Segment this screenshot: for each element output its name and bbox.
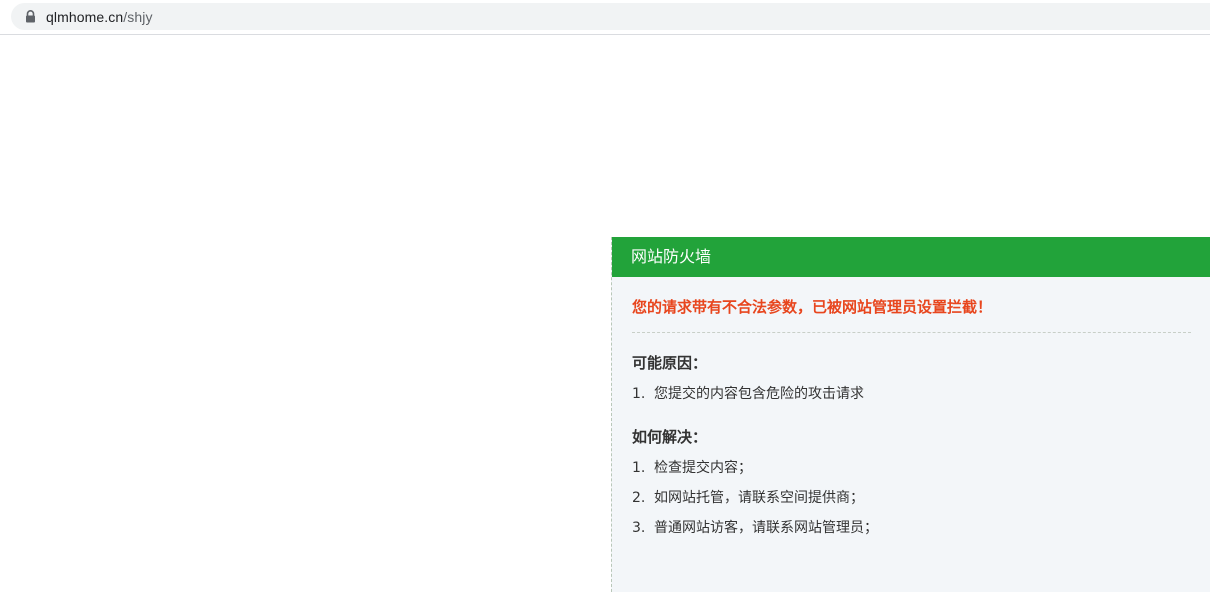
url-text[interactable]: qlmhome.cn/shjy xyxy=(46,9,153,25)
omnibox[interactable]: qlmhome.cn/shjy xyxy=(11,3,1210,30)
solution-item-number: 1. xyxy=(632,460,646,476)
solutions-heading: 如何解决： xyxy=(632,428,708,446)
reason-item-number: 1. xyxy=(632,386,646,402)
panel-title: 网站防火墙 xyxy=(612,237,1210,277)
solution-item-number: 3. xyxy=(632,520,646,536)
solution-item: 2. 如网站托管，请联系空间提供商； xyxy=(632,489,1190,507)
solution-item-text: 如网站托管，请联系空间提供商； xyxy=(654,490,864,506)
reason-item: 1. 您提交的内容包含危险的攻击请求 xyxy=(632,385,1190,403)
panel-body: 您的请求带有不合法参数，已被网站管理员设置拦截！ 可能原因： 1. 您提交的内容包… xyxy=(612,296,1210,537)
address-bar: qlmhome.cn/shjy xyxy=(0,0,1210,35)
solution-item-text: 检查提交内容； xyxy=(654,460,752,476)
url-path: /shjy xyxy=(123,8,153,25)
solution-item-text: 普通网站访客，请联系网站管理员； xyxy=(654,520,878,536)
url-host: qlmhome.cn xyxy=(46,8,124,25)
lock-icon[interactable] xyxy=(16,3,44,30)
firewall-panel: 网站防火墙 您的请求带有不合法参数，已被网站管理员设置拦截！ 可能原因： 1. 您… xyxy=(611,237,1210,592)
solution-item: 3. 普通网站访客，请联系网站管理员； xyxy=(632,519,1190,537)
solution-item-number: 2. xyxy=(632,490,646,506)
solution-item: 1. 检查提交内容； xyxy=(632,459,1190,477)
block-warning: 您的请求带有不合法参数，已被网站管理员设置拦截！ xyxy=(632,296,1191,333)
reason-item-text: 您提交的内容包含危险的攻击请求 xyxy=(654,386,864,402)
reasons-heading: 可能原因： xyxy=(632,354,708,372)
